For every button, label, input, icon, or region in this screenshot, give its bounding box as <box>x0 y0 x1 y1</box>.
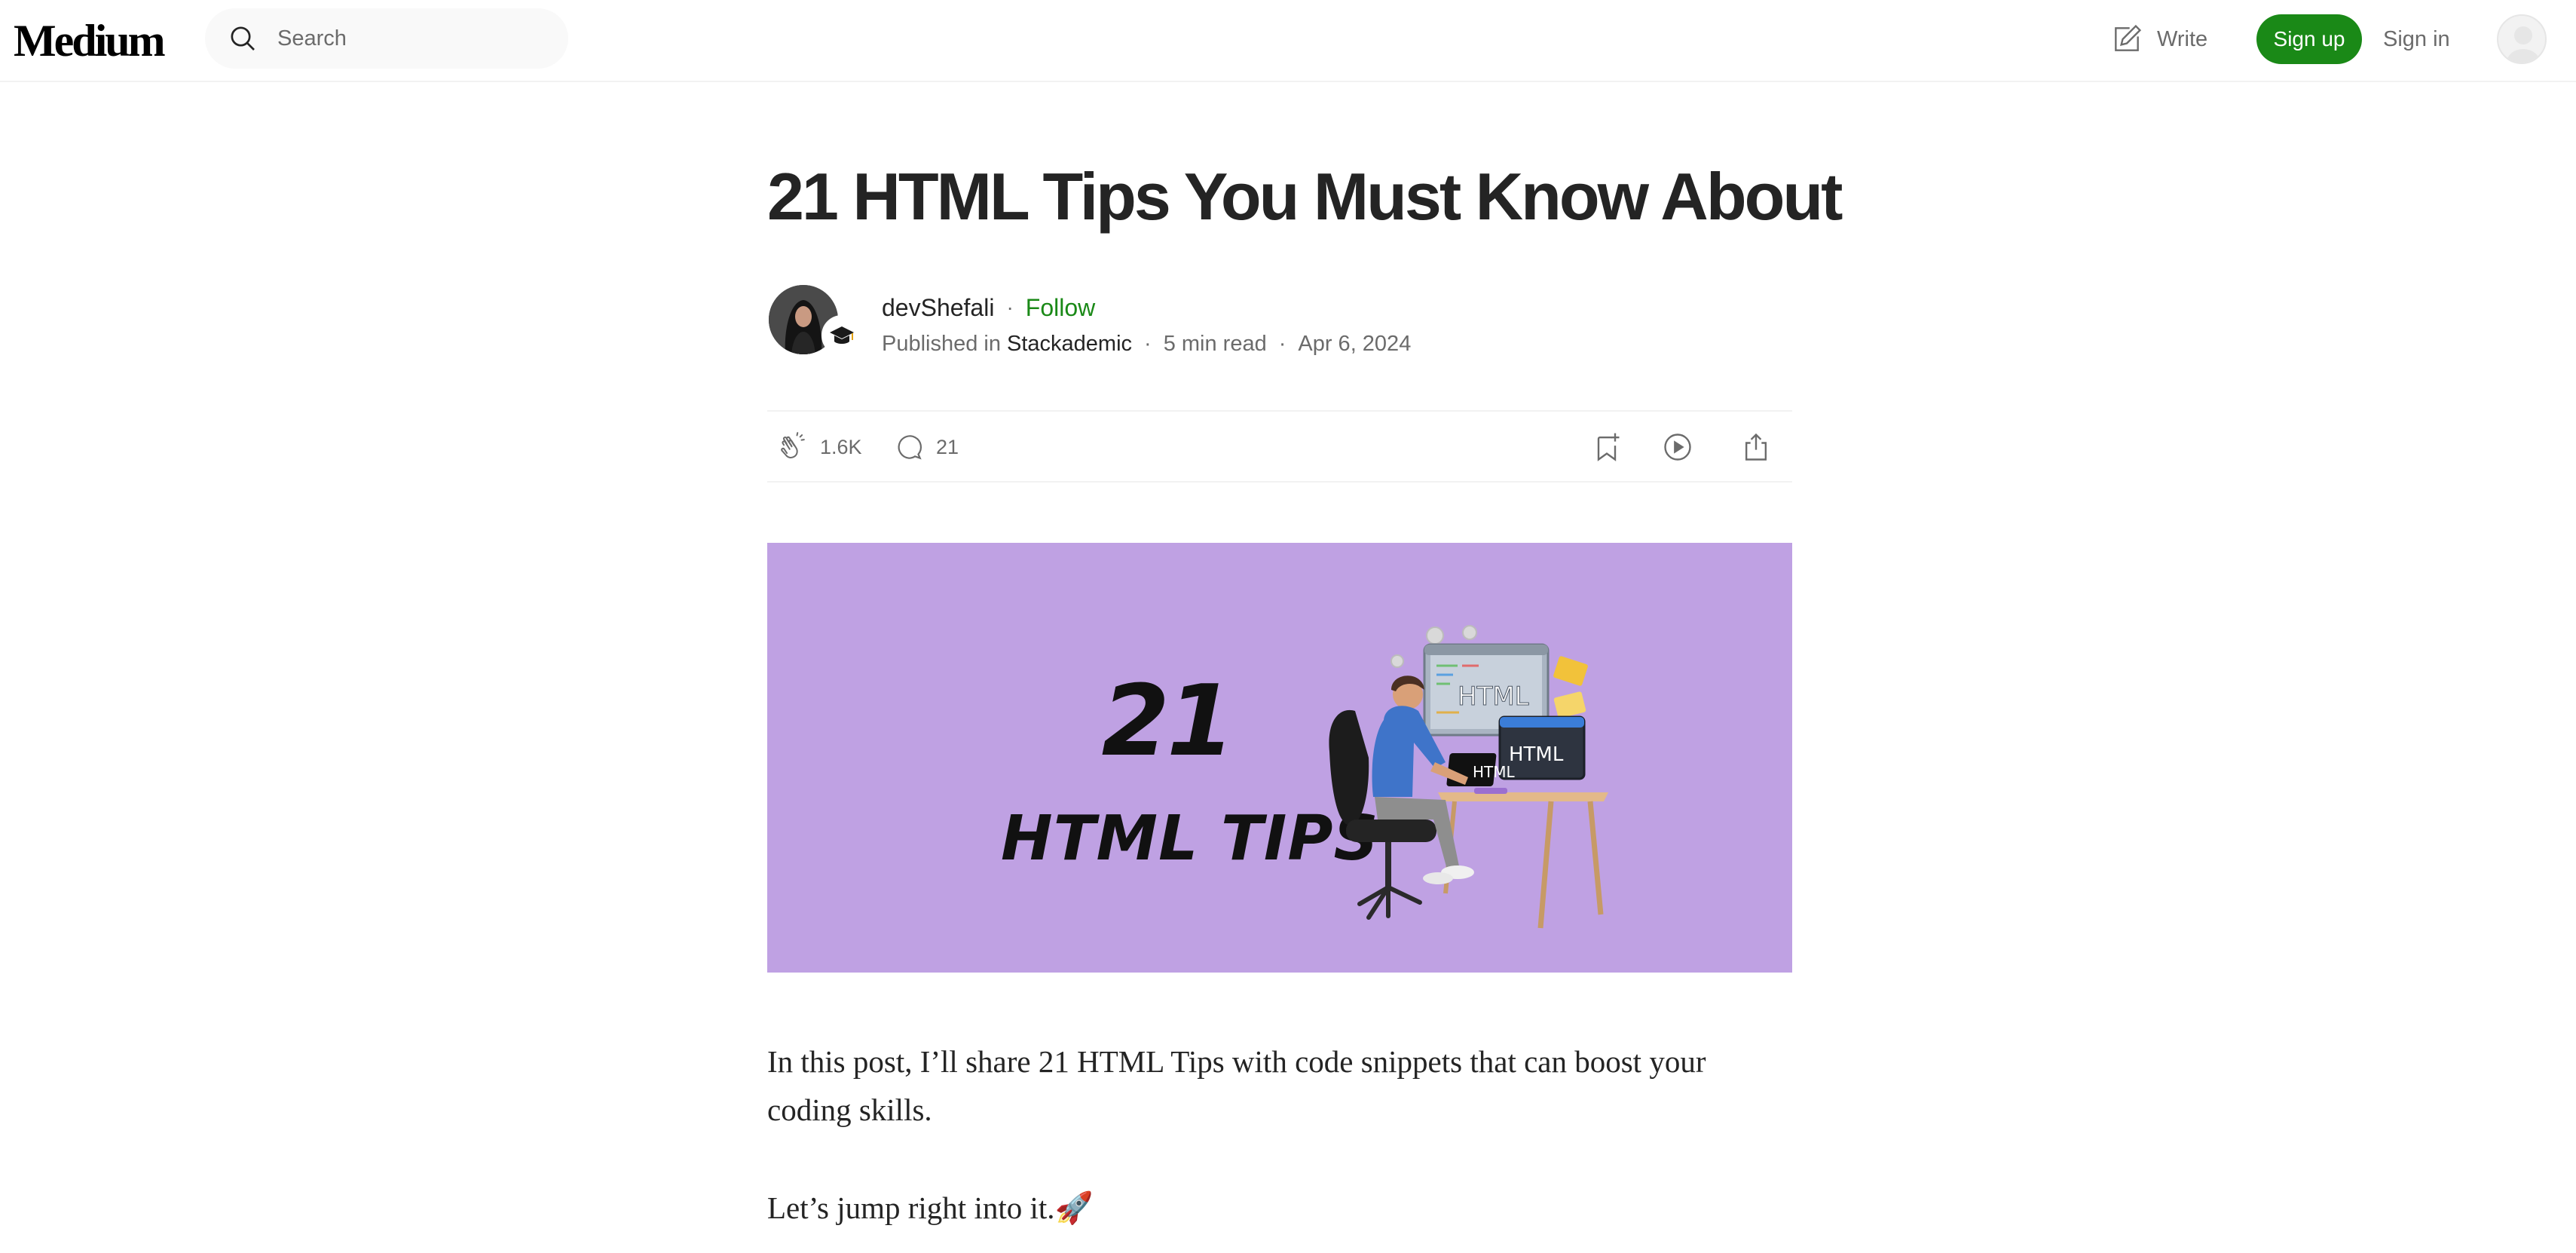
response-count: 21 <box>936 435 959 458</box>
write-label: Write <box>2157 26 2208 51</box>
author-name[interactable]: devShefali <box>882 294 994 322</box>
clap-count: 1.6K <box>820 435 862 458</box>
hero-image: 21 HTML TIPS HTML HTML HTML <box>767 543 1792 973</box>
publish-date: Apr 6, 2024 <box>1298 331 1412 356</box>
clap-icon <box>781 432 805 458</box>
article-meta: Published in Stackademic · 5 min read · … <box>882 329 1411 359</box>
top-navigation: Medium Write Sign up Sign in <box>0 0 2576 82</box>
article-paragraph: Let’s jump right into it.🚀 <box>767 1190 1094 1225</box>
medium-logo[interactable]: Medium <box>14 11 166 71</box>
signin-link[interactable]: Sign in <box>2383 17 2450 62</box>
screen-label-html: HTML <box>1458 682 1529 712</box>
user-avatar[interactable] <box>2497 14 2547 64</box>
separator-dot: · <box>1278 331 1286 356</box>
screen-label-html: HTML <box>1509 743 1564 766</box>
read-time: 5 min read <box>1163 331 1267 356</box>
write-button[interactable]: Write <box>2110 17 2207 62</box>
play-icon <box>1664 433 1691 461</box>
screen-label-html: HTML <box>1473 763 1516 781</box>
article-title: 21 HTML Tips You Must Know About <box>767 159 1843 234</box>
separator-dot: · <box>1006 296 1014 319</box>
responses-button[interactable]: 21 <box>892 428 959 466</box>
listen-button[interactable] <box>1661 428 1694 466</box>
separator-dot: · <box>1144 331 1152 356</box>
response-icon <box>898 435 922 460</box>
follow-button[interactable]: Follow <box>1026 294 1095 322</box>
graduation-cap-icon <box>825 319 858 352</box>
signup-button[interactable]: Sign up <box>2256 14 2362 64</box>
developer-illustration: HTML HTML HTML <box>1329 625 1608 929</box>
article-paragraph: In this post, I’ll share 21 HTML Tips wi… <box>767 1044 1706 1127</box>
author-line: devShefali · Follow <box>882 291 1095 324</box>
published-in-label: Published in <box>882 331 1001 356</box>
write-icon <box>2115 24 2142 51</box>
share-button[interactable] <box>1739 428 1773 466</box>
bookmark-button[interactable] <box>1590 428 1623 466</box>
default-avatar-icon <box>2507 26 2540 63</box>
share-icon <box>1745 433 1767 461</box>
search-input[interactable] <box>277 8 556 69</box>
search-icon <box>231 26 255 51</box>
publication-badge[interactable] <box>821 315 862 356</box>
article-action-bar: 1.6K 21 <box>767 410 1792 483</box>
clap-button[interactable]: 1.6K <box>776 428 862 466</box>
hero-caption: HTML TIPS <box>1001 803 1379 875</box>
publication-link[interactable]: Stackademic <box>1007 332 1132 357</box>
bookmark-icon <box>1597 433 1620 461</box>
search-box[interactable] <box>205 8 568 69</box>
